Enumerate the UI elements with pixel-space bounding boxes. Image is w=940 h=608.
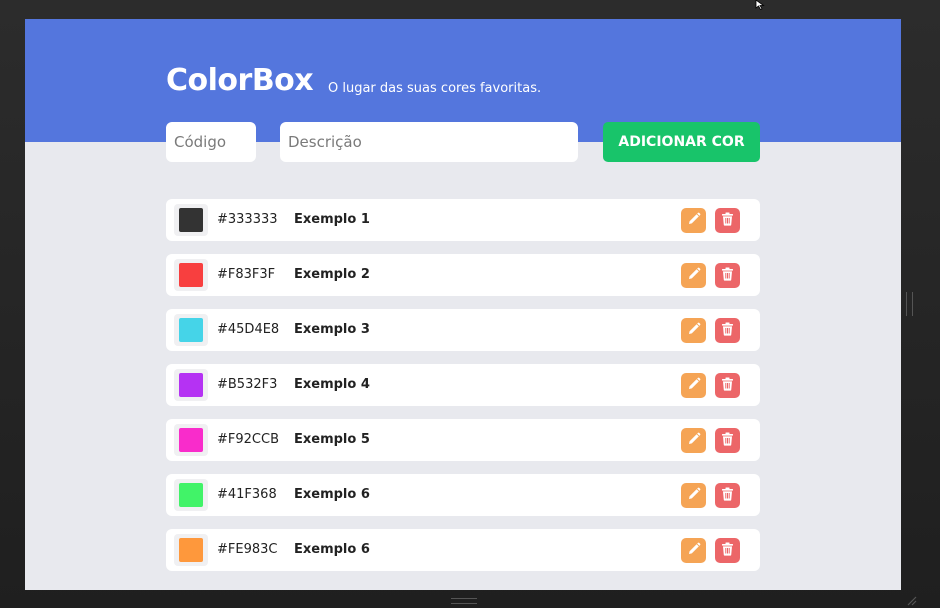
color-description: Exemplo 4 [294, 377, 370, 392]
app-window: ColorBox O lugar das suas cores favorita… [25, 19, 901, 590]
pencil-icon [687, 542, 701, 559]
color-hex-code: #F92CCB [217, 432, 279, 447]
color-hex-code: #333333 [217, 212, 278, 227]
pencil-icon [687, 212, 701, 229]
edit-color-button[interactable] [681, 318, 706, 343]
color-swatch [179, 538, 203, 562]
color-swatch-frame [174, 479, 208, 511]
color-hex-code: #FE983C [217, 542, 278, 557]
mouse-cursor-icon [755, 0, 765, 10]
edit-color-button[interactable] [681, 208, 706, 233]
color-list: #333333 Exemplo 1 #F83F3F Exemplo 2 #45D4E8 E… [166, 199, 760, 584]
color-swatch [179, 208, 203, 232]
pencil-icon [687, 432, 701, 449]
color-description: Exemplo 6 [294, 542, 370, 557]
delete-color-button[interactable] [715, 428, 740, 453]
color-hex-code: #41F368 [217, 487, 277, 502]
color-row: #F92CCB Exemplo 5 [166, 419, 760, 461]
delete-color-button[interactable] [715, 373, 740, 398]
delete-color-button[interactable] [715, 483, 740, 508]
color-swatch-frame [174, 534, 208, 566]
trash-icon [721, 212, 734, 229]
resize-corner-icon[interactable] [905, 594, 917, 606]
color-row: #F83F3F Exemplo 2 [166, 254, 760, 296]
trash-icon [721, 432, 734, 449]
color-row: #41F368 Exemplo 6 [166, 474, 760, 516]
add-color-button[interactable]: ADICIONAR COR [603, 122, 760, 162]
delete-color-button[interactable] [715, 318, 740, 343]
color-swatch-frame [174, 424, 208, 456]
color-description: Exemplo 6 [294, 487, 370, 502]
color-hex-code: #F83F3F [217, 267, 276, 282]
app-title: ColorBox [166, 63, 314, 98]
trash-icon [721, 267, 734, 284]
app-tagline: O lugar das suas cores favoritas. [328, 81, 542, 96]
color-row: #333333 Exemplo 1 [166, 199, 760, 241]
pencil-icon [687, 322, 701, 339]
color-description: Exemplo 5 [294, 432, 370, 447]
color-description: Exemplo 1 [294, 212, 370, 227]
edit-color-button[interactable] [681, 538, 706, 563]
color-code-input[interactable] [166, 122, 256, 162]
resize-handle-bottom[interactable] [451, 598, 477, 604]
color-swatch-frame [174, 259, 208, 291]
color-swatch-frame [174, 369, 208, 401]
delete-color-button[interactable] [715, 538, 740, 563]
trash-icon [721, 377, 734, 394]
edit-color-button[interactable] [681, 373, 706, 398]
color-swatch [179, 428, 203, 452]
color-swatch [179, 318, 203, 342]
color-description-input[interactable] [280, 122, 578, 162]
color-swatch [179, 263, 203, 287]
edit-color-button[interactable] [681, 263, 706, 288]
color-swatch [179, 373, 203, 397]
pencil-icon [687, 267, 701, 284]
color-hex-code: #B532F3 [217, 377, 278, 392]
color-row: #B532F3 Exemplo 4 [166, 364, 760, 406]
color-hex-code: #45D4E8 [217, 322, 280, 337]
color-swatch [179, 483, 203, 507]
color-row: #FE983C Exemplo 6 [166, 529, 760, 571]
edit-color-button[interactable] [681, 483, 706, 508]
color-description: Exemplo 2 [294, 267, 370, 282]
resize-handle-right[interactable] [906, 292, 913, 316]
color-swatch-frame [174, 204, 208, 236]
color-description: Exemplo 3 [294, 322, 370, 337]
trash-icon [721, 542, 734, 559]
pencil-icon [687, 487, 701, 504]
delete-color-button[interactable] [715, 263, 740, 288]
color-row: #45D4E8 Exemplo 3 [166, 309, 760, 351]
trash-icon [721, 322, 734, 339]
trash-icon [721, 487, 734, 504]
pencil-icon [687, 377, 701, 394]
color-swatch-frame [174, 314, 208, 346]
edit-color-button[interactable] [681, 428, 706, 453]
delete-color-button[interactable] [715, 208, 740, 233]
